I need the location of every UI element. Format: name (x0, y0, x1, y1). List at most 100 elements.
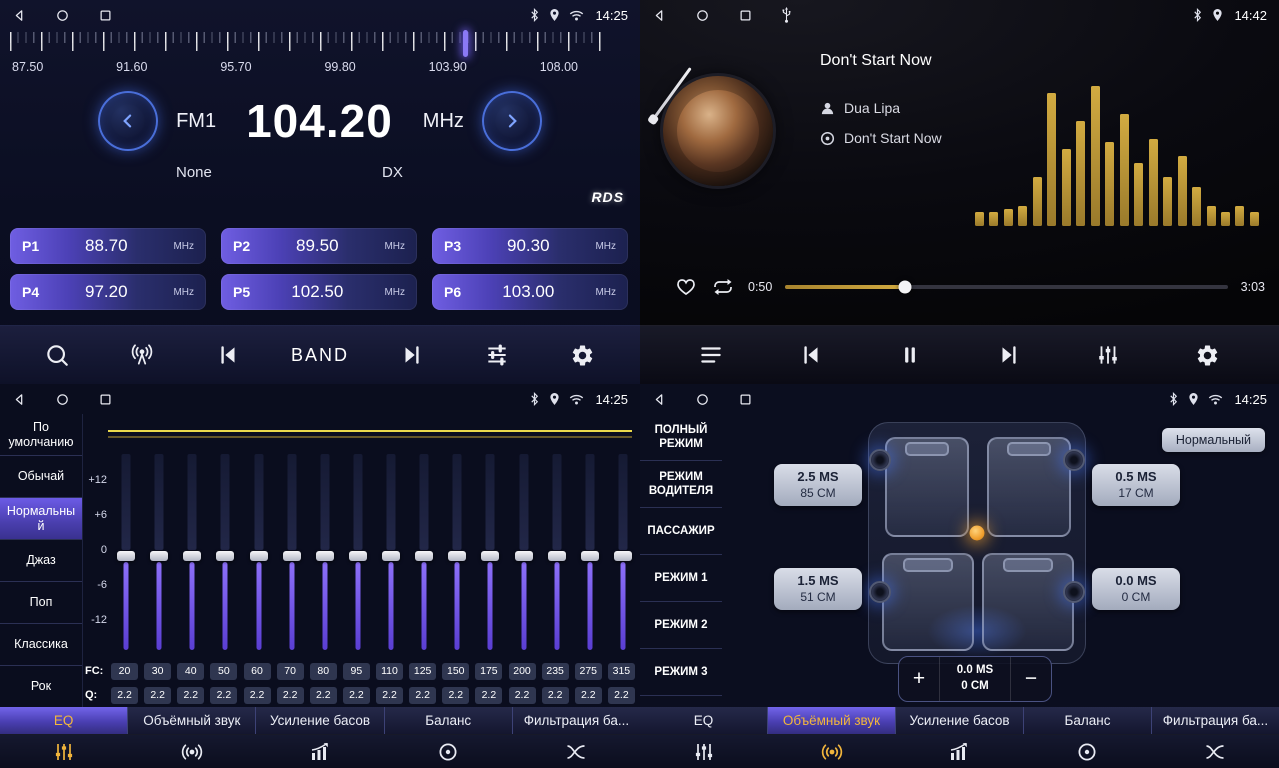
eq-band-14[interactable] (578, 454, 602, 650)
tab-icon-filter[interactable] (512, 735, 640, 768)
nav-home-icon[interactable] (55, 8, 70, 23)
eq-preset-item-1[interactable]: Обычай (0, 456, 82, 498)
surround-mode-0[interactable]: ПОЛНЫЙ РЕЖИМ (640, 414, 722, 461)
slider-handle[interactable] (183, 551, 201, 561)
delay-chip-rear-right[interactable]: 0.0 MS 0 CM (1092, 568, 1180, 610)
delay-decrease-button[interactable]: − (1011, 657, 1051, 701)
settings-button[interactable] (1180, 333, 1236, 377)
band-button[interactable]: BAND (285, 333, 355, 377)
slider-handle[interactable] (415, 551, 433, 561)
eq-band-6[interactable] (313, 454, 337, 650)
eq-band-9[interactable] (412, 454, 436, 650)
repeat-icon[interactable] (711, 275, 735, 299)
previous-track-button[interactable] (783, 333, 839, 377)
eq-preset-item-4[interactable]: Поп (0, 582, 82, 624)
tab-filter[interactable]: Фильтрация ба... (1152, 707, 1279, 734)
tab-eq[interactable]: EQ (640, 707, 768, 734)
seat-rear-left[interactable] (882, 553, 974, 651)
nav-recents-icon[interactable] (98, 392, 113, 407)
surround-mode-4[interactable]: РЕЖИМ 2 (640, 602, 722, 649)
tab-eq[interactable]: EQ (0, 707, 128, 734)
delay-chip-rear-left[interactable]: 1.5 MS 51 CM (774, 568, 862, 610)
surround-mode-3[interactable]: РЕЖИМ 1 (640, 555, 722, 602)
eq-band-3[interactable] (213, 454, 237, 650)
preset-button-p6[interactable]: P6 103.00 MHz (432, 274, 628, 310)
eq-band-4[interactable] (247, 454, 271, 650)
seat-front-left[interactable] (885, 437, 969, 537)
preset-button-p2[interactable]: P2 89.50 MHz (221, 228, 417, 264)
preset-button-p5[interactable]: P5 102.50 MHz (221, 274, 417, 310)
tab-icon-balance[interactable] (1023, 735, 1151, 768)
nav-home-icon[interactable] (55, 392, 70, 407)
slider-handle[interactable] (349, 551, 367, 561)
preset-scan-button[interactable] (114, 333, 170, 377)
nav-recents-icon[interactable] (738, 392, 753, 407)
eq-band-8[interactable] (379, 454, 403, 650)
seek-scan-button[interactable] (29, 333, 85, 377)
tuning-indicator[interactable] (463, 30, 468, 57)
slider-handle[interactable] (316, 551, 334, 561)
listening-position-dot[interactable] (970, 526, 985, 541)
tab-icon-surround[interactable] (768, 735, 896, 768)
next-button[interactable] (384, 333, 440, 377)
preset-button-p3[interactable]: P3 90.30 MHz (432, 228, 628, 264)
slider-handle[interactable] (581, 551, 599, 561)
playlist-button[interactable] (683, 333, 739, 377)
tab-balance[interactable]: Баланс (385, 707, 513, 734)
tab-icon-eq[interactable] (640, 735, 768, 768)
eq-preset-item-2[interactable]: Нормальный (0, 498, 82, 540)
delay-increase-button[interactable]: + (899, 657, 939, 701)
surround-mode-5[interactable]: РЕЖИМ 3 (640, 649, 722, 696)
slider-handle[interactable] (382, 551, 400, 561)
tab-icon-eq[interactable] (0, 735, 128, 768)
album-art[interactable] (663, 76, 773, 186)
preset-button-p1[interactable]: P1 88.70 MHz (10, 228, 206, 264)
tune-up-button[interactable] (482, 91, 542, 151)
delay-chip-front-right[interactable]: 0.5 MS 17 CM (1092, 464, 1180, 506)
slider-handle[interactable] (216, 551, 234, 561)
eq-preset-item-0[interactable]: По умолчанию (0, 414, 82, 456)
nav-recents-icon[interactable] (98, 8, 113, 23)
slider-handle[interactable] (515, 551, 533, 561)
seek-bar[interactable] (785, 285, 1227, 289)
slider-handle[interactable] (283, 551, 301, 561)
favorite-icon[interactable] (674, 275, 698, 299)
tab-filter[interactable]: Фильтрация ба... (513, 707, 640, 734)
eq-band-7[interactable] (346, 454, 370, 650)
slider-handle[interactable] (117, 551, 135, 561)
tab-icon-balance[interactable] (384, 735, 512, 768)
eq-band-12[interactable] (512, 454, 536, 650)
pause-button[interactable] (882, 333, 938, 377)
slider-handle[interactable] (548, 551, 566, 561)
nav-recents-icon[interactable] (738, 8, 753, 23)
slider-handle[interactable] (614, 551, 632, 561)
settings-button[interactable] (555, 333, 611, 377)
slider-handle[interactable] (448, 551, 466, 561)
tuning-scale[interactable]: 87.5091.6095.7099.80103.90108.00 (10, 32, 630, 80)
nav-back-icon[interactable] (652, 392, 667, 407)
seat-front-right[interactable] (987, 437, 1071, 537)
previous-button[interactable] (200, 333, 256, 377)
tab-icon-bass-boost[interactable] (896, 735, 1024, 768)
eq-band-1[interactable] (147, 454, 171, 650)
tab-icon-filter[interactable] (1151, 735, 1279, 768)
tab-balance[interactable]: Баланс (1024, 707, 1152, 734)
tune-down-button[interactable] (98, 91, 158, 151)
nav-back-icon[interactable] (12, 8, 27, 23)
eq-preset-item-6[interactable]: Рок (0, 666, 82, 708)
eq-preset-item-5[interactable]: Классика (0, 624, 82, 666)
eq-band-5[interactable] (280, 454, 304, 650)
surround-mode-2[interactable]: ПАССАЖИР (640, 508, 722, 555)
progress-thumb[interactable] (898, 281, 911, 294)
tab-bass-boost[interactable]: Усиление басов (256, 707, 384, 734)
eq-band-11[interactable] (478, 454, 502, 650)
eq-preset-badge[interactable]: Нормальный (1162, 428, 1265, 452)
eq-band-15[interactable] (611, 454, 635, 650)
slider-handle[interactable] (481, 551, 499, 561)
slider-handle[interactable] (150, 551, 168, 561)
nav-home-icon[interactable] (695, 392, 710, 407)
nav-home-icon[interactable] (695, 8, 710, 23)
eq-preset-item-3[interactable]: Джаз (0, 540, 82, 582)
tab-surround[interactable]: Объёмный звук (128, 707, 256, 734)
tab-icon-surround[interactable] (128, 735, 256, 768)
